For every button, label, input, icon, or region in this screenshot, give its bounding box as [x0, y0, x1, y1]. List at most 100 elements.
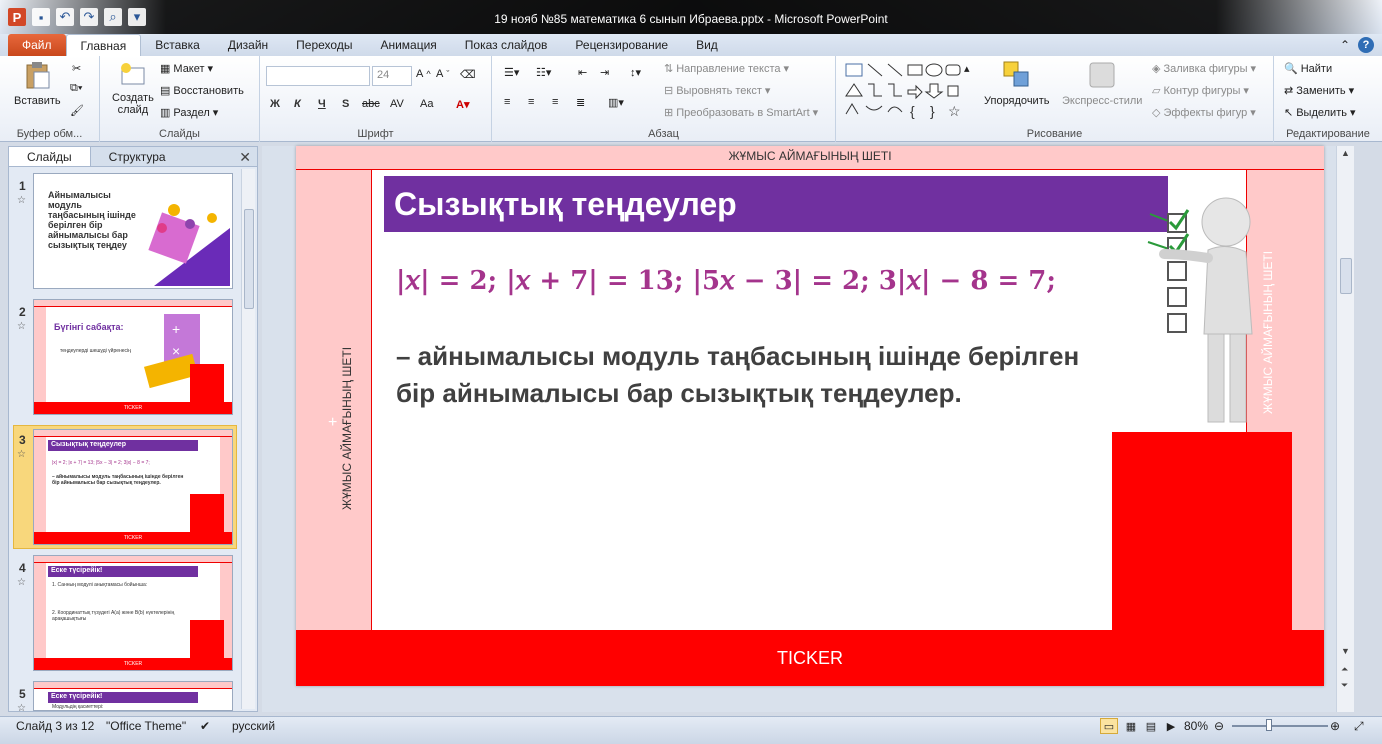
text-direction-button[interactable]: ⇅ Направление текста ▾ [664, 62, 789, 76]
close-icon[interactable]: ✕ [239, 149, 251, 166]
select-button[interactable]: ↖ Выделить ▾ [1284, 106, 1356, 120]
thumb-ticker: TICKER [34, 402, 232, 414]
align-left-icon[interactable]: ≡ [504, 96, 510, 108]
char-spacing-button[interactable]: AV [390, 98, 404, 110]
underline-button[interactable]: Ч [318, 98, 326, 110]
ticker-bar[interactable]: TICKER [296, 630, 1324, 686]
scroll-up-icon[interactable]: ▲ [1341, 148, 1350, 158]
shadow-button[interactable]: S [342, 98, 349, 110]
find-button[interactable]: 🔍 Найти [1284, 62, 1332, 76]
editor-scroll-thumb[interactable] [1340, 258, 1352, 294]
ribbon: Вставить ✂ ⧉▾ 🖌 Буфер обм... Создать сла… [0, 56, 1382, 142]
fit-to-window-icon[interactable]: ⤢ [1354, 719, 1364, 734]
tab-review[interactable]: Рецензирование [561, 34, 682, 56]
line-spacing-icon[interactable]: ↕▾ [630, 66, 641, 79]
tab-design[interactable]: Дизайн [214, 34, 282, 56]
tab-insert[interactable]: Вставка [141, 34, 214, 56]
tab-slides[interactable]: Слайды [9, 147, 91, 166]
strikethrough-button[interactable]: abc [362, 98, 380, 110]
current-slide[interactable]: ЖҰМЫС АЙМАҒЫНЫҢ ШЕТІ + ЖҰМЫС АЙМАҒЫНЫҢ Ш… [296, 146, 1324, 686]
align-right-icon[interactable]: ≡ [552, 96, 558, 108]
tab-file[interactable]: Файл [8, 34, 66, 56]
slideshow-view-icon[interactable]: ▶ [1162, 718, 1180, 734]
font-name-field[interactable] [266, 66, 370, 86]
new-slide-button[interactable]: Создать слайд [112, 60, 154, 116]
normal-view-icon[interactable]: ▭ [1100, 718, 1118, 734]
previous-slide-icon[interactable]: ⏶ [1341, 664, 1348, 675]
align-text-button[interactable]: ⊟ Выровнять текст ▾ [664, 84, 770, 98]
columns-icon[interactable]: ▥▾ [608, 96, 624, 109]
panel-scroll-thumb[interactable] [244, 209, 254, 309]
scroll-down-icon[interactable]: ▼ [1341, 646, 1350, 656]
equations[interactable]: |𝑥| = 𝟐; |𝑥 + 𝟕| = 𝟏𝟑; |𝟓𝑥 − 𝟑| = 𝟐; 𝟑|𝑥… [396, 266, 1056, 296]
quick-styles-button[interactable]: Экспресс-стили [1062, 60, 1142, 107]
clear-format-icon[interactable]: ⌫ [460, 68, 476, 81]
section-button[interactable]: ▥ Раздел ▾ [160, 106, 218, 120]
next-slide-icon[interactable]: ⏷ [1341, 680, 1348, 691]
spellcheck-icon[interactable]: ✔ [200, 719, 210, 733]
shape-effects-button[interactable]: ◇ Эффекты фигур ▾ [1152, 106, 1256, 120]
cut-icon[interactable]: ✂ [72, 62, 81, 75]
format-painter-icon[interactable]: 🖌 [70, 104, 84, 117]
thumb-text: 2. Координаттық түзудегі A(a) және B(b) … [52, 610, 175, 622]
shapes-gallery[interactable]: { } ☆ [844, 62, 974, 120]
slide-title[interactable]: Сызықтық теңдеулер [384, 176, 1168, 232]
align-center-icon[interactable]: ≡ [528, 96, 534, 108]
bold-button[interactable]: Ж [270, 98, 280, 110]
thumb-title: Еске түсірейік! [48, 692, 198, 703]
paste-button[interactable]: Вставить [14, 60, 61, 107]
copy-icon[interactable]: ⧉▾ [70, 82, 82, 95]
slide-number: 5 [19, 687, 26, 701]
tab-view[interactable]: Вид [682, 34, 732, 56]
panel-scrollbar[interactable] [241, 169, 255, 709]
grow-font-icon[interactable]: A ^ [416, 68, 431, 80]
font-color-icon[interactable]: A▾ [456, 98, 469, 111]
reading-view-icon[interactable]: ▤ [1142, 718, 1160, 734]
gallery-scroll-icon[interactable]: ▴ [964, 62, 970, 75]
decrease-indent-icon[interactable]: ⇤ [578, 66, 587, 79]
language[interactable]: русский [232, 719, 275, 733]
smartart-button[interactable]: ⊞ Преобразовать в SmartArt ▾ [664, 106, 818, 120]
sorter-view-icon[interactable]: ▦ [1122, 718, 1140, 734]
slide-thumbnail-2[interactable]: Бүгінгі сабақта: теңдеулерді шешуді үйре… [33, 299, 233, 415]
reset-button[interactable]: ▤ Восстановить [160, 84, 244, 98]
body-text[interactable]: – айнымалысы модуль таңбасының ішінде бе… [396, 338, 1116, 412]
editor-scrollbar[interactable]: ▲ ▼ ⏶ ⏷ [1336, 146, 1354, 712]
tab-animation[interactable]: Анимация [366, 34, 450, 56]
increase-indent-icon[interactable]: ⇥ [600, 66, 609, 79]
slide-thumbnail-1[interactable]: Айнымалысы модуль таңбасының ішінде бері… [33, 173, 233, 289]
font-size-field[interactable]: 24 [372, 66, 412, 86]
justify-icon[interactable]: ≣ [576, 96, 585, 109]
shrink-font-icon[interactable]: Aˇ [436, 68, 449, 80]
help-icon[interactable]: ? [1358, 37, 1374, 53]
change-case-button[interactable]: Aa [420, 98, 433, 110]
layout-button[interactable]: ▦ Макет ▾ [160, 62, 213, 76]
zoom-in-icon[interactable]: ⊕ [1330, 719, 1340, 733]
theme-name[interactable]: "Office Theme" [106, 719, 186, 733]
thumb-left-band [34, 437, 46, 532]
tab-outline[interactable]: Структура [91, 147, 184, 166]
bullets-icon[interactable]: ☰▾ [504, 66, 519, 79]
thumb-text: 1. Санның модулі анықтамасы бойынша: [52, 582, 148, 588]
zoom-out-icon[interactable]: ⊖ [1214, 719, 1224, 733]
arrange-button[interactable]: Упорядочить [984, 60, 1049, 107]
tab-home[interactable]: Главная [65, 34, 142, 56]
zoom-slider[interactable] [1232, 725, 1328, 727]
tab-transitions[interactable]: Переходы [282, 34, 366, 56]
zoom-level[interactable]: 80% [1184, 719, 1208, 733]
animation-star-icon: ☆ [17, 703, 26, 714]
minimize-ribbon-icon[interactable]: ⌃ [1340, 38, 1350, 52]
shape-fill-button[interactable]: ◈ Заливка фигуры ▾ [1152, 62, 1256, 76]
thumb-title: Бүгінгі сабақта: [54, 322, 124, 332]
effects-icon: ◇ [1152, 107, 1161, 119]
italic-button[interactable]: К [294, 98, 301, 110]
tab-slideshow[interactable]: Показ слайдов [451, 34, 562, 56]
slide-thumbnail-3[interactable]: Сызықтық теңдеулер |x| = 2; |x + 7| = 13… [33, 429, 233, 545]
zoom-slider-knob[interactable] [1266, 719, 1272, 731]
numbering-icon[interactable]: ☷▾ [536, 66, 551, 79]
red-block[interactable] [1112, 432, 1292, 632]
slide-thumbnail-5[interactable]: Еске түсірейік! Модульдің қасиеттері: [33, 681, 233, 711]
shape-outline-button[interactable]: ▱ Контур фигуры ▾ [1152, 84, 1249, 98]
replace-button[interactable]: ⇄ Заменить ▾ [1284, 84, 1354, 98]
slide-thumbnail-4[interactable]: Еске түсірейік! 1. Санның модулі анықтам… [33, 555, 233, 671]
